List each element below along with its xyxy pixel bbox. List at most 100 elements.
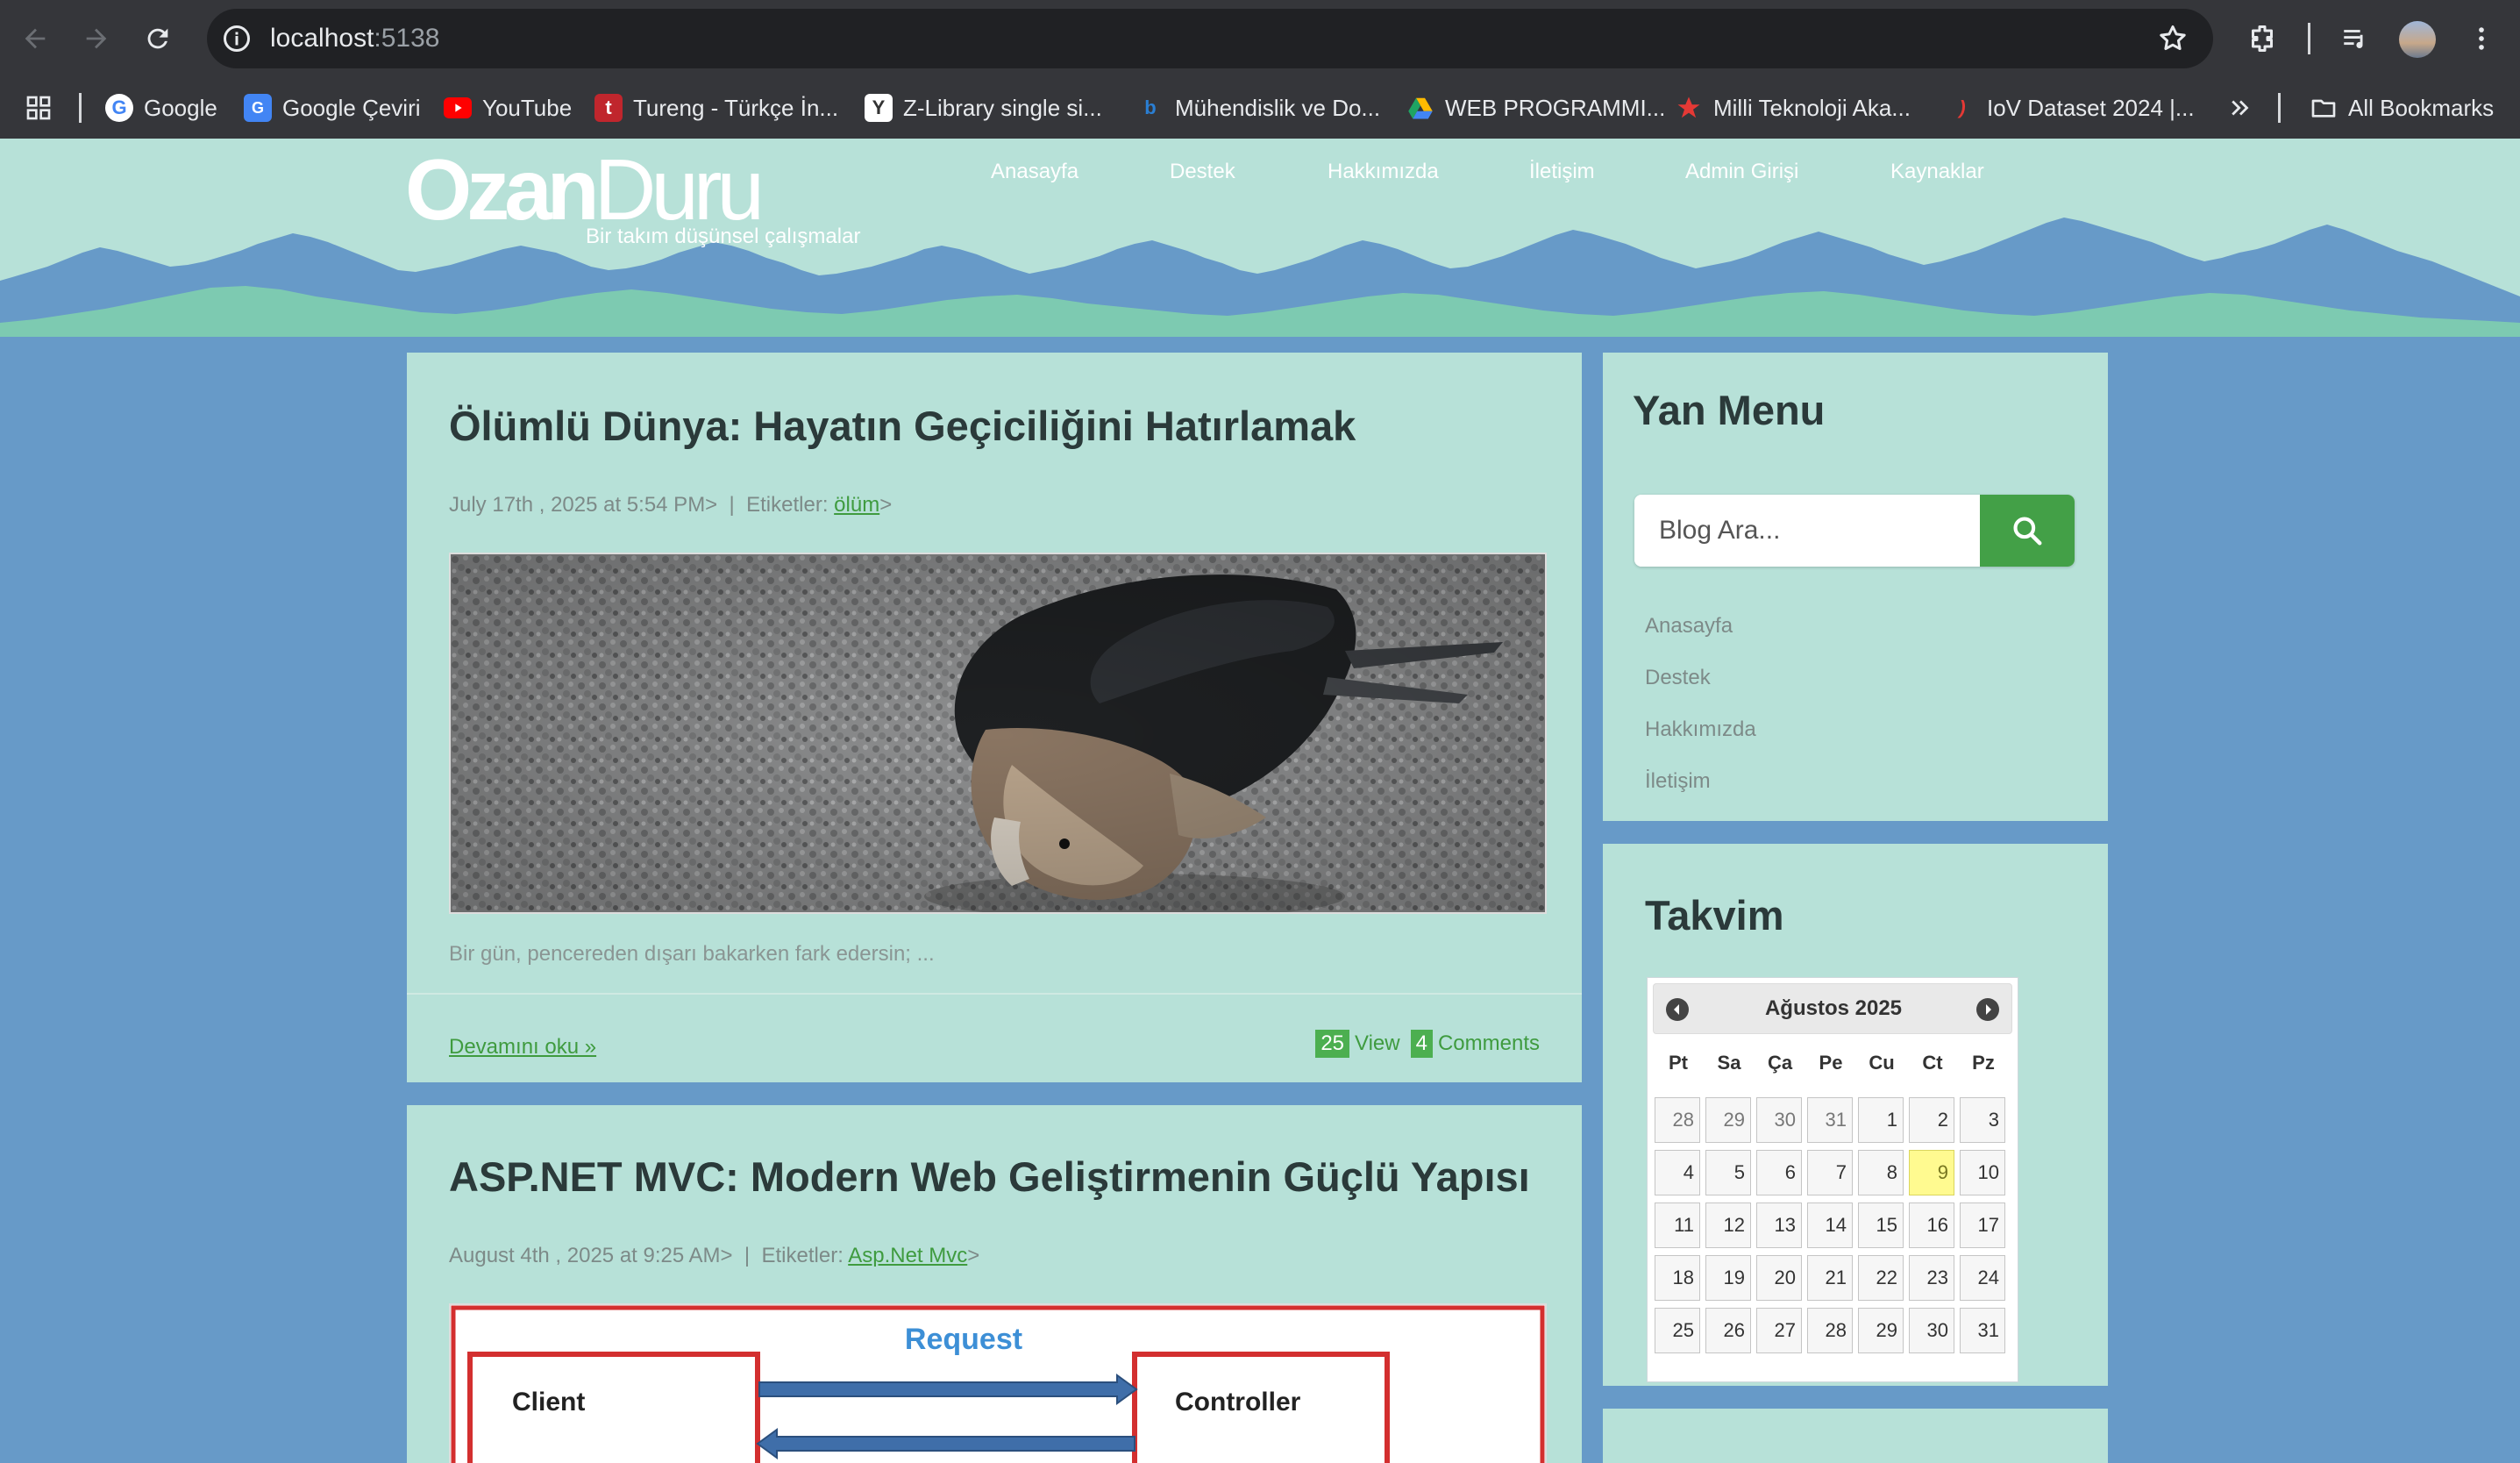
- bookmark-star-icon[interactable]: [2157, 23, 2189, 54]
- back-arrow-icon[interactable]: [16, 19, 54, 58]
- calendar-day[interactable]: 18: [1655, 1255, 1700, 1301]
- calendar-day[interactable]: 28: [1807, 1308, 1853, 1353]
- apps-grid-icon[interactable]: [25, 93, 53, 123]
- calendar-day[interactable]: 8: [1858, 1150, 1904, 1195]
- calendar-day[interactable]: 7: [1807, 1150, 1853, 1195]
- all-bookmarks-folder[interactable]: All Bookmarks: [2310, 93, 2494, 123]
- calendar-day[interactable]: 3: [1960, 1097, 2005, 1143]
- extensions-icon[interactable]: [2245, 21, 2280, 56]
- side-link-iletisim[interactable]: İletişim: [1645, 769, 1711, 794]
- more-bookmarks-chevron-icon[interactable]: [2227, 93, 2253, 123]
- calendar-day[interactable]: 14: [1807, 1203, 1853, 1248]
- calendar-day[interactable]: 13: [1756, 1203, 1802, 1248]
- side-menu-title: Yan Menu: [1633, 387, 1826, 433]
- calendar-day[interactable]: 5: [1705, 1150, 1751, 1195]
- calendar-day[interactable]: 20: [1756, 1255, 1802, 1301]
- forward-arrow-icon[interactable]: [77, 19, 116, 58]
- calendar-day[interactable]: 10: [1960, 1150, 2005, 1195]
- calendar-day[interactable]: 30: [1909, 1308, 1954, 1353]
- calendar-day[interactable]: 27: [1756, 1308, 1802, 1353]
- calendar-day[interactable]: 25: [1655, 1308, 1700, 1353]
- profile-avatar[interactable]: [2399, 21, 2436, 58]
- menu-kebab-icon[interactable]: [2464, 21, 2499, 56]
- calendar-day[interactable]: 28: [1655, 1097, 1700, 1143]
- url-text: localhost:5138: [270, 24, 440, 53]
- comments-label[interactable]: Comments: [1438, 1031, 1540, 1056]
- nav-anasayfa[interactable]: Anasayfa: [991, 160, 1078, 184]
- calendar-day[interactable]: 12: [1705, 1203, 1751, 1248]
- bookmark-label: Tureng - Türkçe İn...: [633, 94, 839, 121]
- calendar-day[interactable]: 23: [1909, 1255, 1954, 1301]
- search-button[interactable]: [1980, 495, 2075, 567]
- calendar-day[interactable]: 2: [1909, 1097, 1954, 1143]
- calendar-day[interactable]: 17: [1960, 1203, 2005, 1248]
- calendar-day[interactable]: 31: [1960, 1308, 2005, 1353]
- post-title[interactable]: ASP.NET MVC: Modern Web Geliştirmenin Gü…: [449, 1153, 1530, 1201]
- calendar-day[interactable]: 29: [1705, 1097, 1751, 1143]
- bookmark-label: Google: [144, 94, 217, 121]
- weekday-header: Pz: [1972, 1052, 1995, 1074]
- address-bar[interactable]: localhost:5138: [207, 9, 2213, 68]
- bookmark-b-icon: b: [1144, 96, 1157, 118]
- calendar-day[interactable]: 29: [1858, 1308, 1904, 1353]
- bookmark-zlibrary[interactable]: Y Z-Library single si...: [865, 93, 1102, 123]
- bookmark-google[interactable]: G Google: [105, 93, 217, 123]
- post-stats: 25 View 4 Comments: [1315, 1030, 1540, 1058]
- nav-admin-girisi[interactable]: Admin Girişi: [1685, 160, 1798, 184]
- calendar-day[interactable]: 22: [1858, 1255, 1904, 1301]
- nav-iletisim[interactable]: İletişim: [1529, 160, 1595, 184]
- calendar-day[interactable]: 1: [1858, 1097, 1904, 1143]
- calendar-day[interactable]: 24: [1960, 1255, 2005, 1301]
- side-link-destek[interactable]: Destek: [1645, 666, 1711, 690]
- bookmark-muhendislik[interactable]: b Mühendislik ve Do...: [1136, 93, 1380, 123]
- calendar-day[interactable]: 19: [1705, 1255, 1751, 1301]
- site-info-icon[interactable]: [221, 23, 253, 54]
- post-divider: [407, 993, 1582, 995]
- nav-kaynaklar[interactable]: Kaynaklar: [1890, 160, 1984, 184]
- bookmark-label: Z-Library single si...: [903, 94, 1102, 121]
- calendar-day[interactable]: 15: [1858, 1203, 1904, 1248]
- calendar-day[interactable]: 16: [1909, 1203, 1954, 1248]
- calendar-day[interactable]: 11: [1655, 1203, 1700, 1248]
- calendar-day[interactable]: 30: [1756, 1097, 1802, 1143]
- datepicker-month: Ağustos 2025: [1764, 996, 1903, 1020]
- calendar-day[interactable]: 31: [1807, 1097, 1853, 1143]
- post-excerpt: Bir gün, pencereden dışarı bakarken fark…: [449, 942, 935, 966]
- tag-suffix: >: [967, 1244, 980, 1267]
- reload-icon[interactable]: [139, 19, 177, 58]
- tag-link[interactable]: ölüm: [834, 493, 879, 517]
- bookmarks-divider: [79, 93, 82, 123]
- prev-month-icon[interactable]: [1666, 998, 1689, 1021]
- youtube-icon: [444, 97, 472, 118]
- calendar-day[interactable]: 21: [1807, 1255, 1853, 1301]
- calendar-day[interactable]: 26: [1705, 1308, 1751, 1353]
- google-icon: G: [105, 94, 133, 122]
- nav-hakkimizda[interactable]: Hakkımızda: [1328, 160, 1439, 184]
- read-more-link[interactable]: Devamını oku »: [449, 1035, 596, 1060]
- comment-count-badge: 4: [1410, 1030, 1433, 1058]
- next-month-icon[interactable]: [1976, 998, 1999, 1021]
- nav-destek[interactable]: Destek: [1170, 160, 1235, 184]
- weekday-header: Pe: [1819, 1052, 1843, 1074]
- tureng-icon: t: [594, 94, 623, 122]
- bookmark-tureng[interactable]: t Tureng - Türkçe İn...: [594, 93, 838, 123]
- tag-link[interactable]: Asp.Net Mvc: [848, 1244, 967, 1267]
- bookmark-milli-teknoloji[interactable]: Milli Teknoloji Aka...: [1675, 93, 1911, 123]
- bookmark-iov-dataset[interactable]: ) IoV Dataset 2024 |...: [1948, 93, 2194, 123]
- bookmark-web-programming[interactable]: WEB PROGRAMMI...: [1406, 93, 1665, 123]
- side-link-anasayfa[interactable]: Anasayfa: [1645, 614, 1733, 639]
- bookmark-youtube[interactable]: YouTube: [444, 93, 572, 123]
- blog-search-input[interactable]: [1634, 495, 1975, 567]
- all-bookmarks-label: All Bookmarks: [2348, 94, 2495, 121]
- calendar-day[interactable]: 6: [1756, 1150, 1802, 1195]
- calendar-day-today[interactable]: 9: [1909, 1150, 1954, 1195]
- weekday-header: Pt: [1669, 1052, 1688, 1074]
- bookmark-google-translate[interactable]: G Google Çeviri: [244, 93, 421, 123]
- next-sidebar-widget: [1603, 1409, 2108, 1463]
- calendar-day[interactable]: 4: [1655, 1150, 1700, 1195]
- post-title[interactable]: Ölümlü Dünya: Hayatın Geçiciliğini Hatır…: [449, 402, 1356, 450]
- bookmark-label: Mühendislik ve Do...: [1175, 94, 1381, 121]
- side-link-hakkimizda[interactable]: Hakkımızda: [1645, 717, 1756, 742]
- weekday-header: Sa: [1717, 1052, 1741, 1074]
- media-queue-icon[interactable]: [2338, 21, 2373, 56]
